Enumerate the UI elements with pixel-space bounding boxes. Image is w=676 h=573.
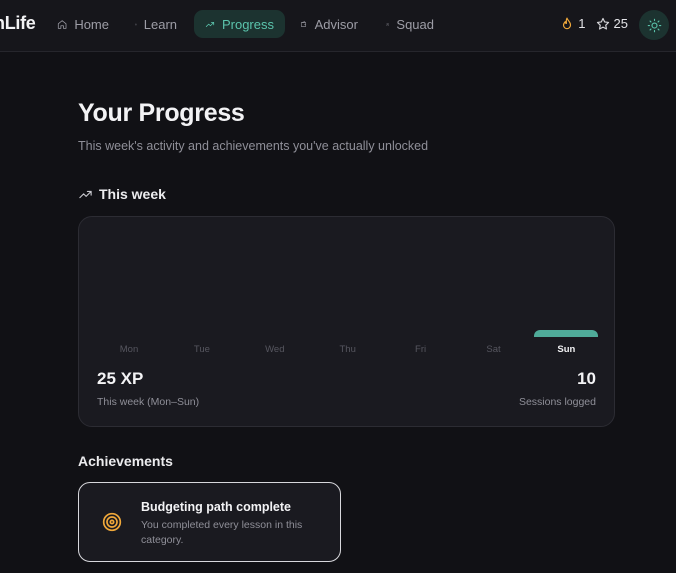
nav-squad-label: Squad xyxy=(396,16,434,32)
main-nav: Home Learn Progress Advisor Squad xyxy=(46,10,445,40)
day-label-sat: Sat xyxy=(486,344,501,355)
nav-progress-label: Progress xyxy=(221,16,274,32)
nav-learn-label: Learn xyxy=(143,16,177,32)
achievement-name: Budgeting path complete xyxy=(141,500,291,514)
star-icon xyxy=(596,17,609,30)
nav-advisor[interactable]: Advisor xyxy=(289,10,369,38)
day-label-fri: Fri xyxy=(415,344,427,355)
bar-column-wed xyxy=(243,231,307,337)
trend-icon xyxy=(205,21,215,27)
nav-home[interactable]: Home xyxy=(46,10,120,38)
weekly-activity-card: Mon Tue Wed Thu Fri Sat Sun 25 XP This week (M… xyxy=(78,216,615,427)
achievement-description: You completed every lesson in this categ… xyxy=(141,519,303,546)
home-icon xyxy=(57,19,67,29)
streak-count: 1 xyxy=(578,16,586,31)
nav-advisor-label: Advisor xyxy=(314,16,358,32)
page-title: Your Progress xyxy=(78,99,245,127)
day-label-mon: Mon xyxy=(119,344,139,355)
top-nav-bar: nLife Home Learn Progress Advisor Squad … xyxy=(0,0,676,52)
bar-column-mon xyxy=(97,231,161,337)
weekly-bar-chart xyxy=(97,231,599,337)
wallet-icon xyxy=(300,20,307,27)
achievements-heading: Achievements xyxy=(78,453,173,469)
stars-count: 25 xyxy=(613,16,628,31)
users-icon xyxy=(386,22,390,26)
day-label-tue: Tue xyxy=(193,344,210,355)
week-heading-label: This week xyxy=(99,186,166,202)
day-label-sun: Sun xyxy=(557,344,576,355)
nav-squad[interactable]: Squad xyxy=(375,10,445,38)
xp-value: 25 XP xyxy=(97,369,144,388)
nav-progress[interactable]: Progress xyxy=(194,10,285,38)
target-icon xyxy=(102,512,122,532)
sessions-value: 10 xyxy=(577,369,596,388)
flame-icon xyxy=(563,17,572,29)
xp-caption: This week (Mon–Sun) xyxy=(97,396,200,408)
theme-toggle-button[interactable] xyxy=(639,10,669,40)
bar-column-sun xyxy=(534,231,599,337)
nav-learn[interactable]: Learn xyxy=(124,10,188,38)
day-label-wed: Wed xyxy=(265,344,285,355)
map-icon xyxy=(135,23,137,25)
sessions-caption: Sessions logged xyxy=(518,396,596,408)
sun-icon xyxy=(647,18,661,32)
week-section-heading: This week xyxy=(78,186,166,202)
nav-home-label: Home xyxy=(74,16,109,32)
achievement-card[interactable]: Budgeting path complete You completed ev… xyxy=(78,482,341,562)
user-stats: 1 25 xyxy=(552,16,628,31)
app-logo[interactable]: nLife xyxy=(0,13,36,34)
bar-column-fri xyxy=(389,231,453,337)
day-label-thu: Thu xyxy=(339,344,356,355)
bar-sun xyxy=(534,330,599,337)
bar-column-tue xyxy=(170,231,234,337)
trend-icon xyxy=(79,190,92,198)
stars-stat[interactable]: 25 xyxy=(596,16,628,31)
bar-column-sat xyxy=(462,231,526,337)
bar-column-thu xyxy=(316,231,380,337)
page-subtitle: This week's activity and achievements yo… xyxy=(78,139,429,153)
streak-stat[interactable]: 1 xyxy=(560,16,586,31)
